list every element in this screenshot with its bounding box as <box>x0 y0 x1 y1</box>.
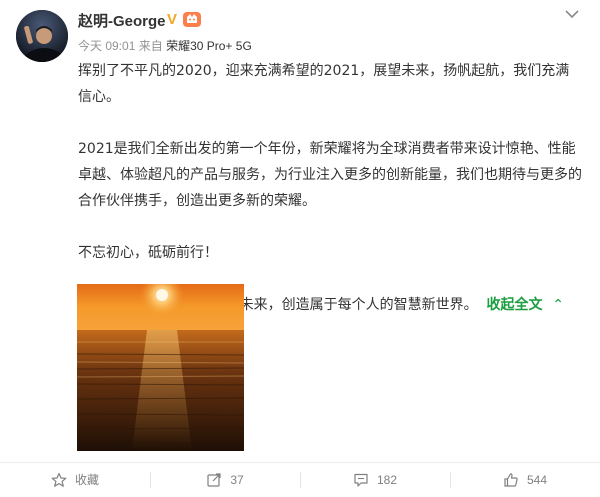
like-button[interactable]: 544 <box>450 462 600 497</box>
comment-icon <box>354 473 368 487</box>
post-meta: 今天 09:01 来自 荣耀30 Pro+ 5G <box>78 37 252 54</box>
avatar[interactable] <box>16 10 68 62</box>
post-paragraph: 不忘初心，砥砺前行！ <box>78 245 218 261</box>
post-paragraph: 挥别了不平凡的2020，迎来充满希望的2021，展望未来，扬帆起航，我们充满信心… <box>78 63 570 105</box>
favorite-button[interactable]: 收藏 <box>0 462 150 497</box>
verified-badge-icon: V <box>167 11 178 28</box>
post-from-label: 来自 <box>138 39 163 53</box>
weibo-post-card: 赵明-George V 今天 09:01 来自 荣耀30 Pro+ 5G 挥别了… <box>0 0 600 497</box>
post-paragraph: 2021是我们全新出发的第一个年份，新荣耀将为全球消费者带来设计惊艳、性能卓越、… <box>78 141 582 209</box>
fan-badge-icon <box>182 10 202 28</box>
comment-count: 182 <box>376 472 398 487</box>
thumbs-up-icon <box>504 472 518 487</box>
repost-count: 37 <box>230 472 244 487</box>
like-count: 544 <box>526 472 548 487</box>
chevron-up-icon: ⌃ <box>552 297 565 313</box>
share-icon <box>207 472 221 487</box>
post-content: 挥别了不平凡的2020，迎来充满希望的2021，展望未来，扬帆起航，我们充满信心… <box>78 58 583 318</box>
comment-button[interactable]: 182 <box>300 462 450 497</box>
favorite-label: 收藏 <box>74 473 99 487</box>
chevron-down-icon[interactable] <box>562 6 582 20</box>
repost-button[interactable]: 37 <box>150 462 300 497</box>
post-time[interactable]: 今天 09:01 <box>78 39 135 53</box>
star-icon <box>51 472 67 487</box>
username[interactable]: 赵明-George <box>78 10 166 31</box>
post-source[interactable]: 荣耀30 Pro+ 5G <box>166 39 252 53</box>
collapse-label: 收起全文 <box>486 297 543 313</box>
post-image[interactable] <box>77 284 244 451</box>
collapse-text-link[interactable]: 收起全文 ⌃ <box>487 297 564 313</box>
